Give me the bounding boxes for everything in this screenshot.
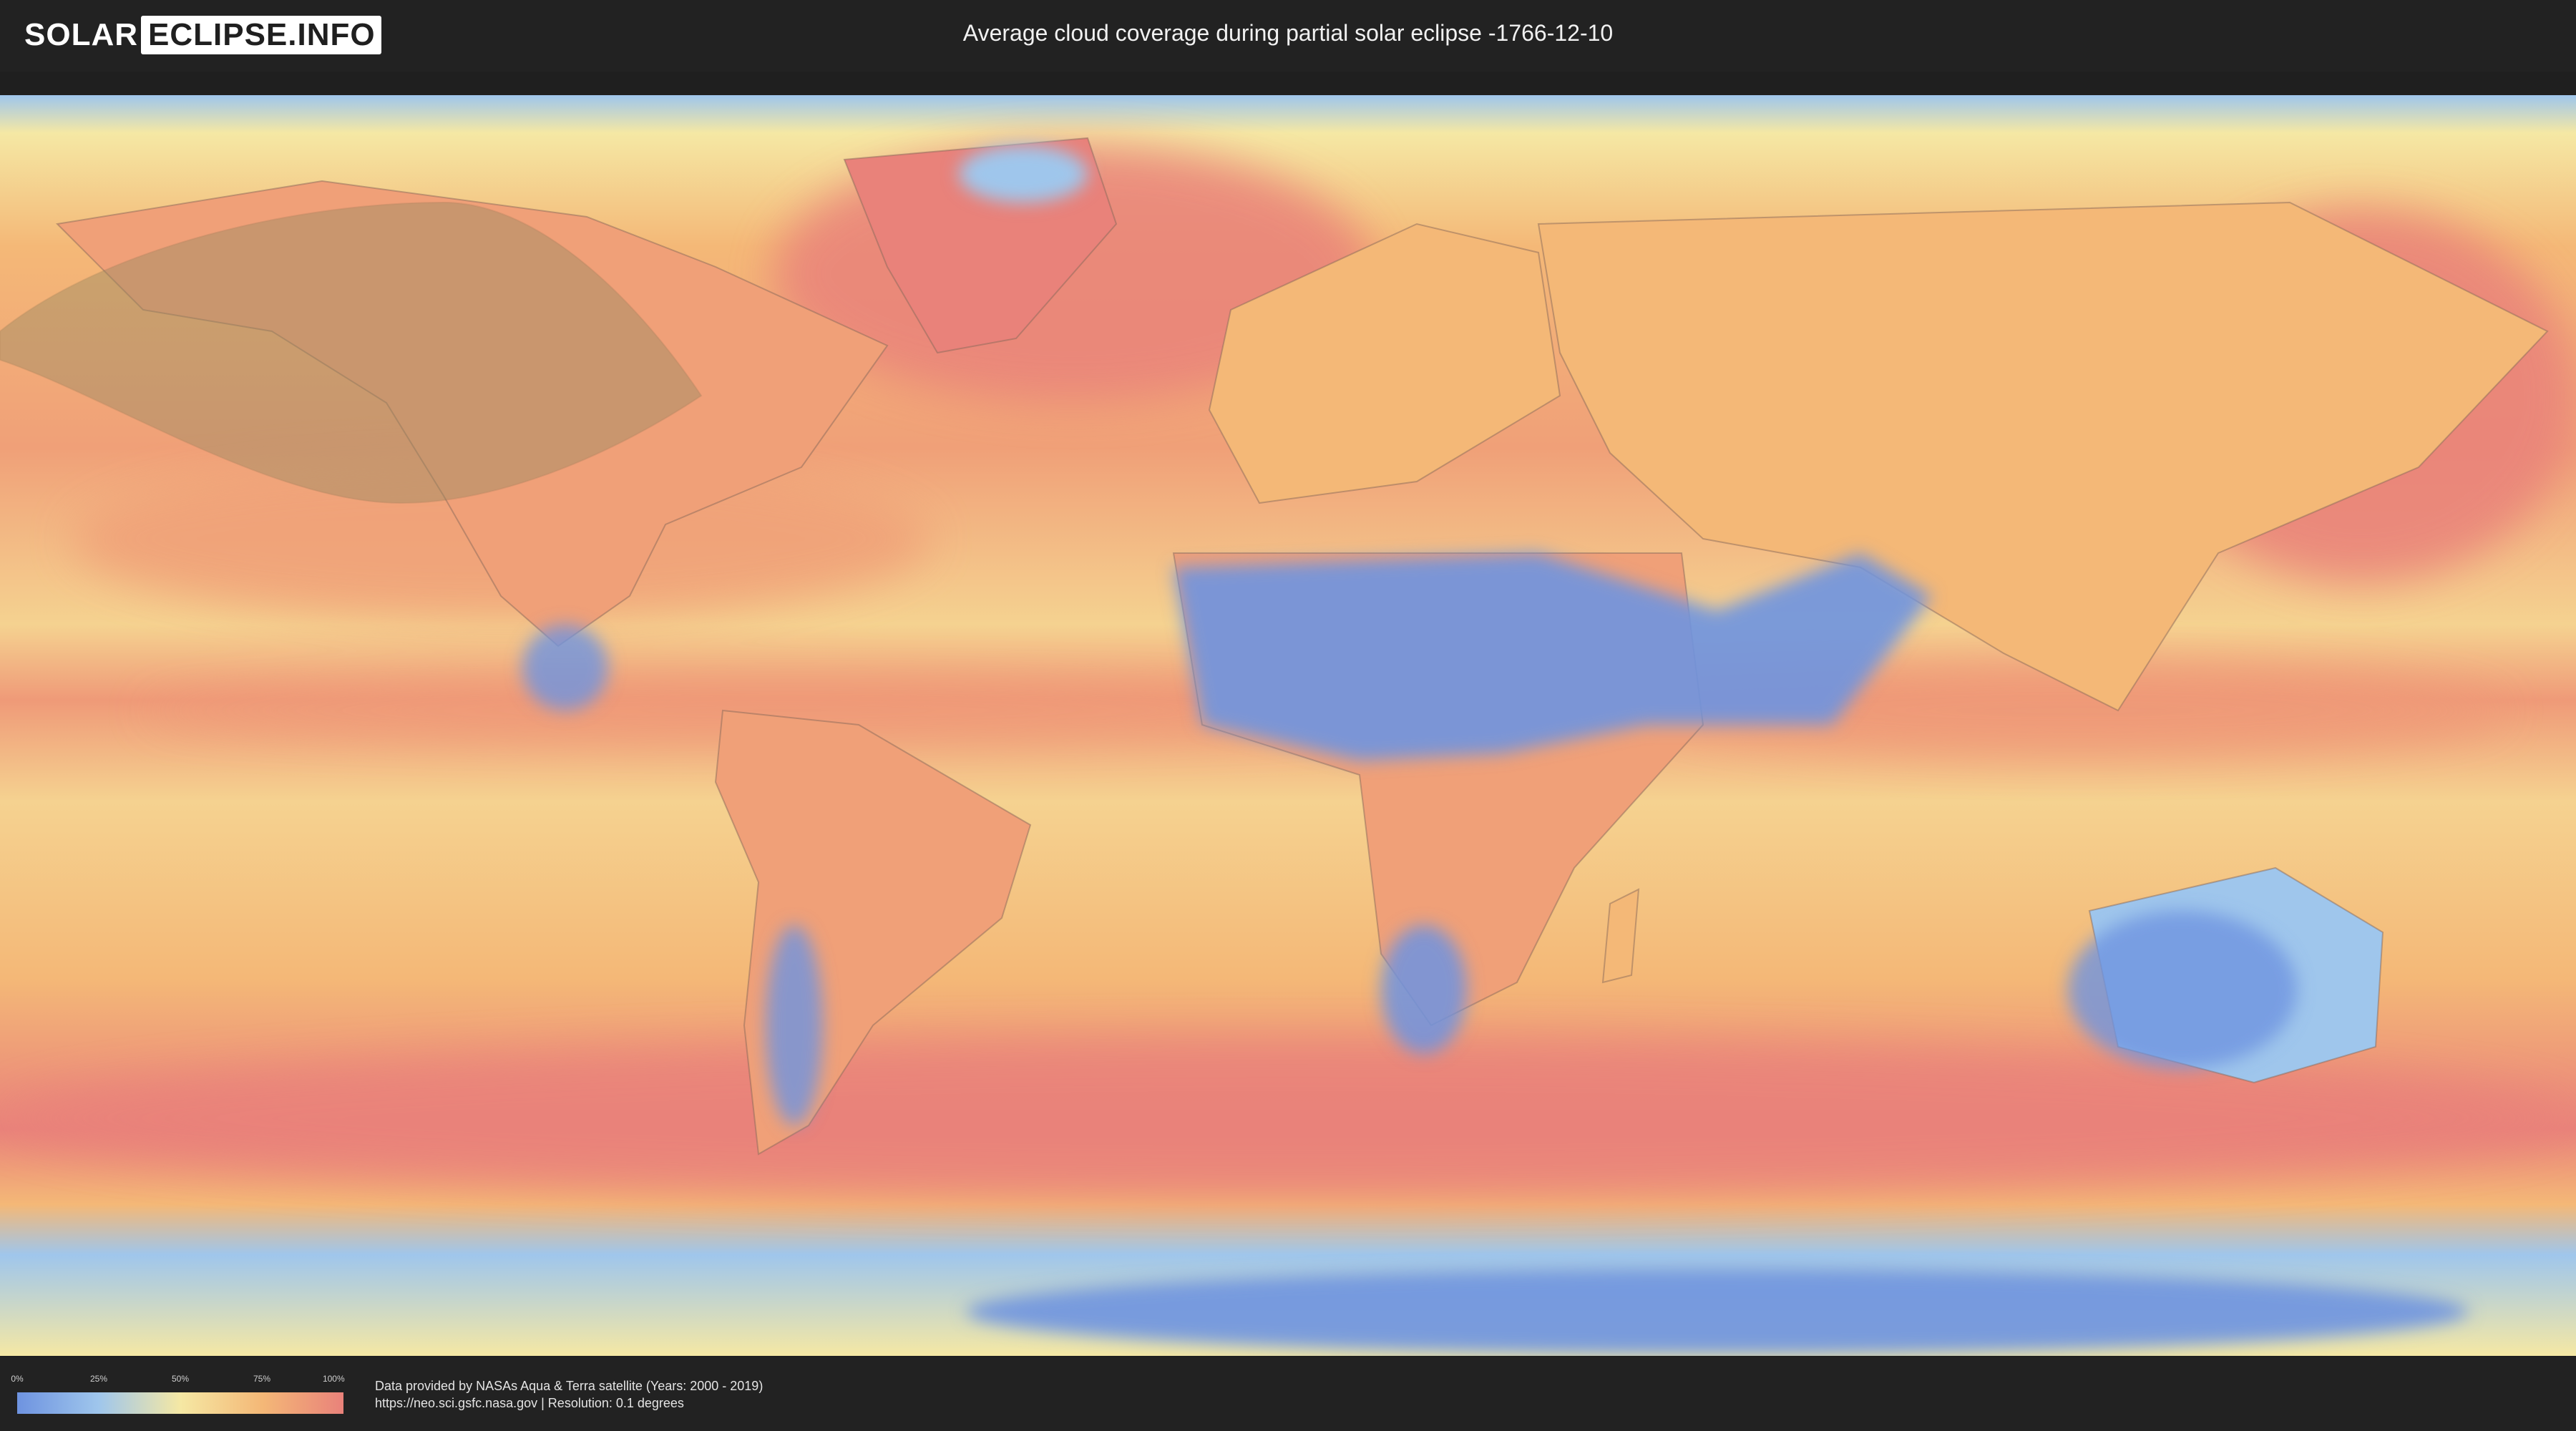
top-bar: SOLAR ECLIPSE.INFO Average cloud coverag… [0, 0, 2576, 72]
greenland-clear [959, 145, 1088, 202]
legend-color-bar [17, 1392, 343, 1414]
kalahari-clear [1381, 925, 1467, 1054]
legend-ticks: 0% 25% 50% 75% 100% [11, 1374, 345, 1385]
cloud-coverage-legend: 0% 25% 50% 75% 100% [11, 1374, 345, 1417]
australia-clear [2068, 911, 2297, 1068]
atacama-clear [766, 925, 823, 1125]
world-map-svg [0, 95, 2576, 1356]
page-title: Average cloud coverage during partial so… [962, 20, 1614, 46]
legend-tick-0: 0% [11, 1374, 24, 1384]
credits-line-1: Data provided by NASAs Aqua & Terra sate… [375, 1379, 763, 1393]
legend-tick-100: 100% [322, 1374, 345, 1384]
cloud-coverage-map [0, 95, 2576, 1356]
antarctica-clear [966, 1269, 2469, 1354]
credits-line-2: https://neo.sci.gsfc.nasa.gov | Resoluti… [375, 1396, 684, 1410]
legend-tick-50: 50% [171, 1374, 190, 1384]
mexico-clear [522, 625, 608, 710]
legend-tick-75: 75% [253, 1374, 271, 1384]
data-credits: Data provided by NASAs Aqua & Terra sate… [375, 1377, 763, 1412]
legend-tick-25: 25% [89, 1374, 108, 1384]
